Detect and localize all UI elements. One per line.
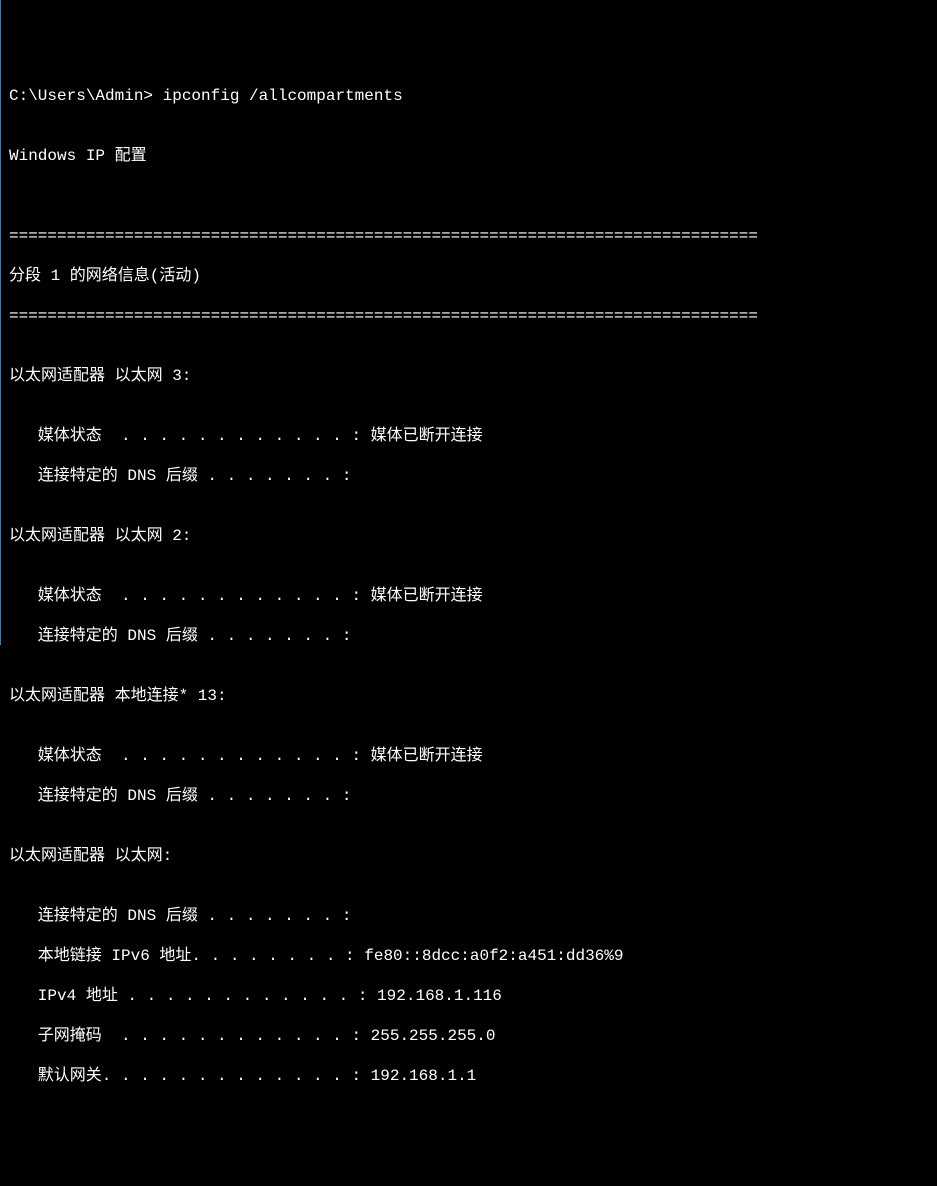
media-state: 媒体状态 . . . . . . . . . . . . : 媒体已断开连接 (9, 746, 929, 766)
adapter-title: 以太网适配器 以太网 2: (9, 526, 929, 546)
media-state: 媒体状态 . . . . . . . . . . . . : 媒体已断开连接 (9, 586, 929, 606)
divider-line: ========================================… (9, 226, 929, 246)
prompt: C:\Users\Admin> (9, 87, 163, 105)
media-state: 媒体状态 . . . . . . . . . . . . : 媒体已断开连接 (9, 426, 929, 446)
command: ipconfig /allcompartments (163, 87, 403, 105)
ipv4-address: IPv4 地址 . . . . . . . . . . . . : 192.16… (9, 986, 929, 1006)
subnet-mask: 子网掩码 . . . . . . . . . . . . : 255.255.2… (9, 1026, 929, 1046)
prompt-line: C:\Users\Admin> ipconfig /allcompartment… (9, 86, 929, 106)
dns-suffix: 连接特定的 DNS 后缀 . . . . . . . : (9, 906, 929, 926)
dns-suffix: 连接特定的 DNS 后缀 . . . . . . . : (9, 786, 929, 806)
adapter-title: 以太网适配器 以太网: (9, 846, 929, 866)
adapter-title: 以太网适配器 以太网 3: (9, 366, 929, 386)
default-gateway: 默认网关. . . . . . . . . . . . . : 192.168.… (9, 1066, 929, 1086)
adapter-title: 以太网适配器 本地连接* 13: (9, 686, 929, 706)
ipv6-address: 本地链接 IPv6 地址. . . . . . . . : fe80::8dcc… (9, 946, 929, 966)
ip-config-header: Windows IP 配置 (9, 146, 929, 166)
dns-suffix: 连接特定的 DNS 后缀 . . . . . . . : (9, 466, 929, 486)
divider-line: ========================================… (9, 306, 929, 326)
compartment-title: 分段 1 的网络信息(活动) (9, 266, 929, 286)
dns-suffix: 连接特定的 DNS 后缀 . . . . . . . : (9, 626, 929, 646)
